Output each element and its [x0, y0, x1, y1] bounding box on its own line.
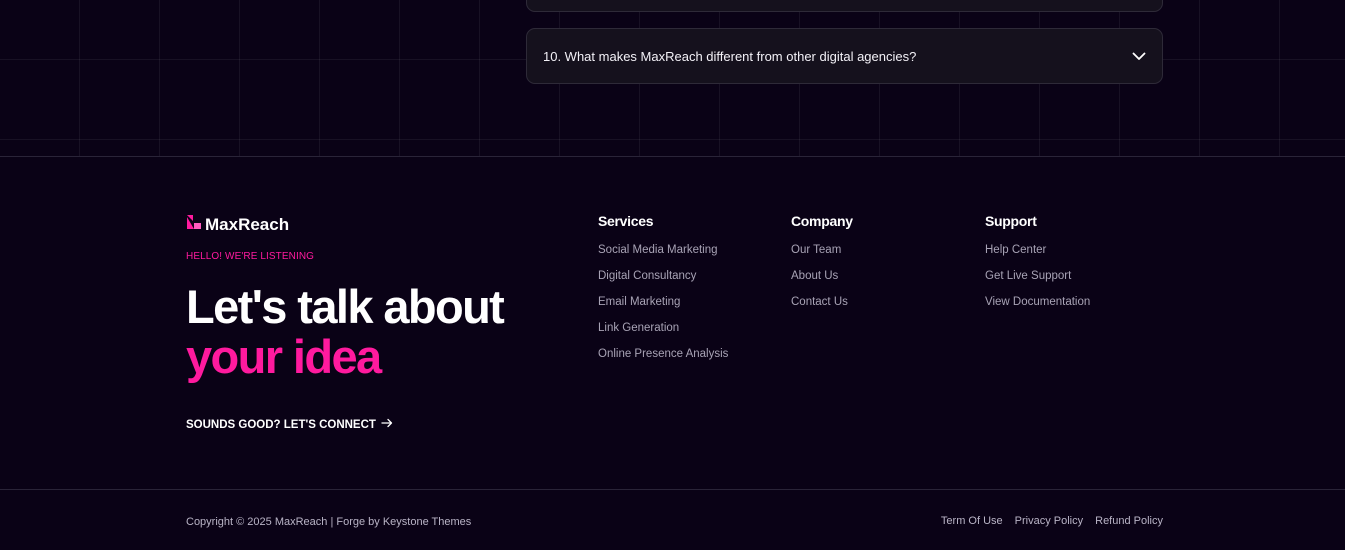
footer-logo[interactable]: MaxReach	[186, 214, 289, 235]
company-column: Company Our Team About Us Contact Us	[791, 212, 853, 320]
faq-item-10[interactable]: 10. What makes MaxReach different from o…	[526, 28, 1163, 84]
legal-links: Term Of Use Privacy Policy Refund Policy	[941, 515, 1163, 527]
connect-link[interactable]: SOUNDS GOOD? LET'S CONNECT	[186, 418, 393, 431]
chevron-down-icon[interactable]	[1132, 49, 1146, 63]
footer-divider	[0, 489, 1345, 490]
arrow-right-icon	[381, 418, 393, 431]
services-column: Services Social Media Marketing Digital …	[598, 212, 728, 372]
services-heading: Services	[598, 213, 654, 229]
support-heading: Support	[985, 213, 1037, 229]
eyebrow-text: HELLO! WE'RE LISTENING	[186, 251, 315, 262]
terms-link[interactable]: Term Of Use	[941, 515, 1003, 527]
copyright-text: Copyright © 2025 MaxReach | Forge by Key…	[186, 516, 472, 528]
headline-line-1: Let's talk about	[186, 280, 505, 333]
service-link[interactable]: Digital Consultancy	[598, 268, 728, 294]
privacy-link[interactable]: Privacy Policy	[1015, 515, 1083, 527]
support-link[interactable]: Get Live Support	[985, 268, 1090, 294]
company-link[interactable]: About Us	[791, 268, 853, 294]
refund-link[interactable]: Refund Policy	[1095, 515, 1163, 527]
section-divider	[0, 156, 1345, 157]
support-column: Support Help Center Get Live Support Vie…	[985, 212, 1090, 320]
service-link[interactable]: Link Generation	[598, 320, 728, 346]
support-link[interactable]: View Documentation	[985, 294, 1090, 320]
company-link[interactable]: Our Team	[791, 242, 853, 268]
service-link[interactable]: Social Media Marketing	[598, 242, 728, 268]
brand-name: MaxReach	[205, 214, 290, 234]
service-link[interactable]: Online Presence Analysis	[598, 346, 728, 372]
connect-link-label: SOUNDS GOOD? LET'S CONNECT	[186, 418, 376, 431]
headline-line-2: your idea	[186, 330, 382, 383]
faq-item-previous[interactable]	[526, 0, 1163, 12]
maxreach-logo-icon	[186, 214, 202, 235]
company-link[interactable]: Contact Us	[791, 294, 853, 320]
footer-headline: Let's talk about your idea	[186, 280, 505, 383]
company-heading: Company	[791, 213, 853, 229]
service-link[interactable]: Email Marketing	[598, 294, 728, 320]
support-link[interactable]: Help Center	[985, 242, 1090, 268]
faq-question: 10. What makes MaxReach different from o…	[543, 48, 917, 64]
